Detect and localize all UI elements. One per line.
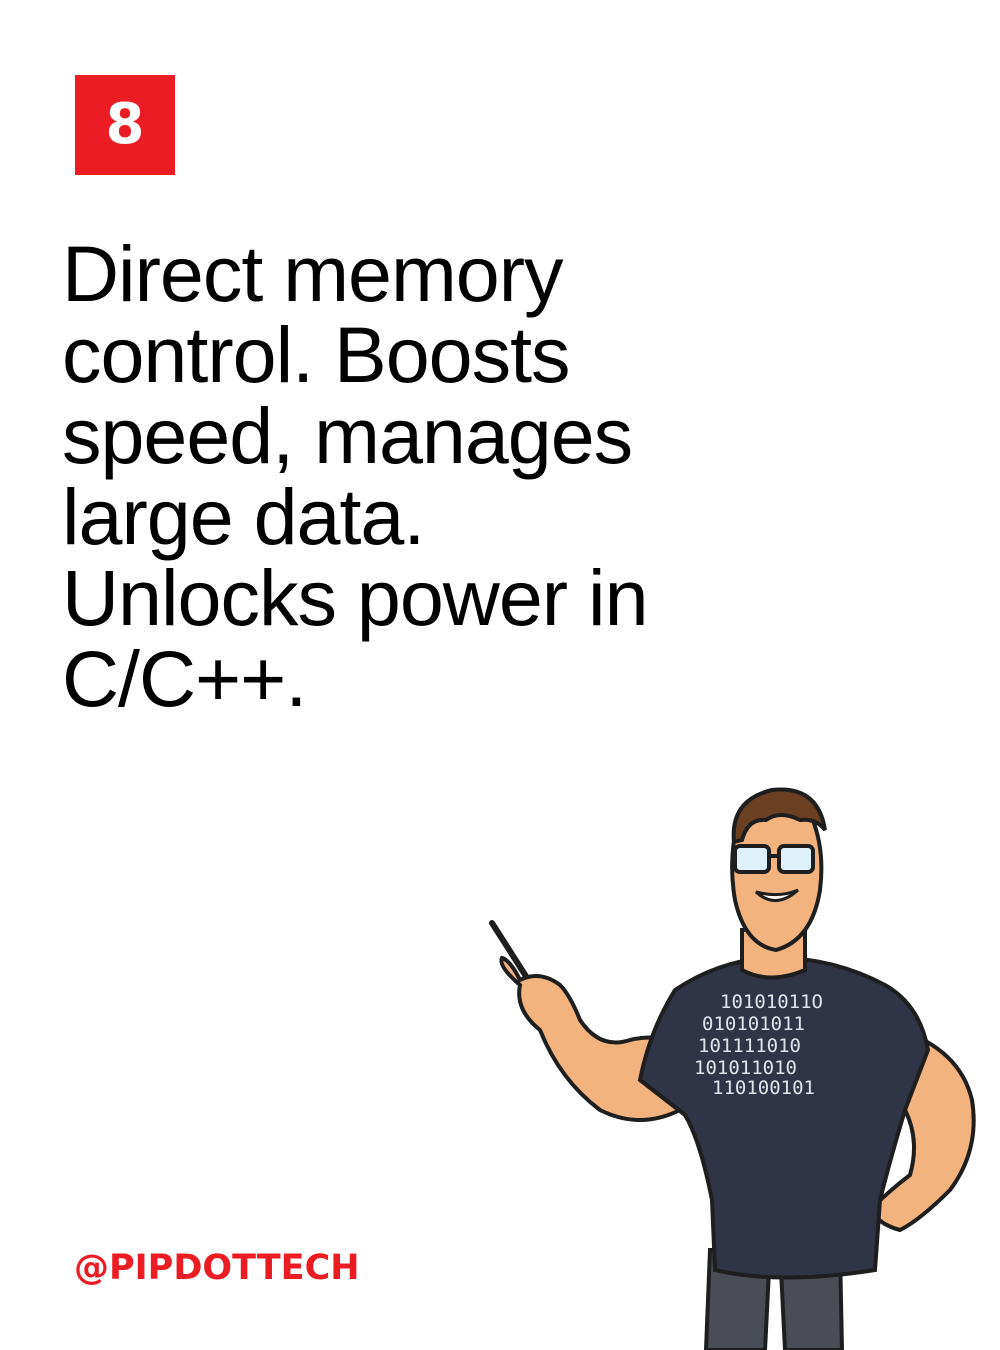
shirt-binary-line: 110100101 xyxy=(712,1077,815,1099)
shirt-binary-line: 010101011 xyxy=(702,1013,805,1035)
shirt-binary-line: 101011010 xyxy=(694,1057,797,1079)
headline-line: Direct memory xyxy=(62,229,564,318)
shirt-binary-line: 101111010 xyxy=(698,1035,801,1057)
slide-number: 8 xyxy=(105,92,145,157)
social-handle: @PIPDOTTECH xyxy=(74,1248,360,1288)
headline: Direct memory control. Boosts speed, man… xyxy=(62,233,782,719)
headline-line: large data. xyxy=(62,472,425,561)
slide-number-badge: 8 xyxy=(75,75,175,175)
shirt-binary-line: 10101011O xyxy=(720,991,823,1013)
headline-line: control. Boosts xyxy=(62,310,571,399)
programmer-mascot-illustration: 10101011O 010101011 101111010 101011010 … xyxy=(480,780,1000,1350)
headline-line: speed, manages xyxy=(62,391,633,480)
headline-line: Unlocks power in xyxy=(62,553,649,642)
headline-line: C/C++. xyxy=(62,634,307,723)
